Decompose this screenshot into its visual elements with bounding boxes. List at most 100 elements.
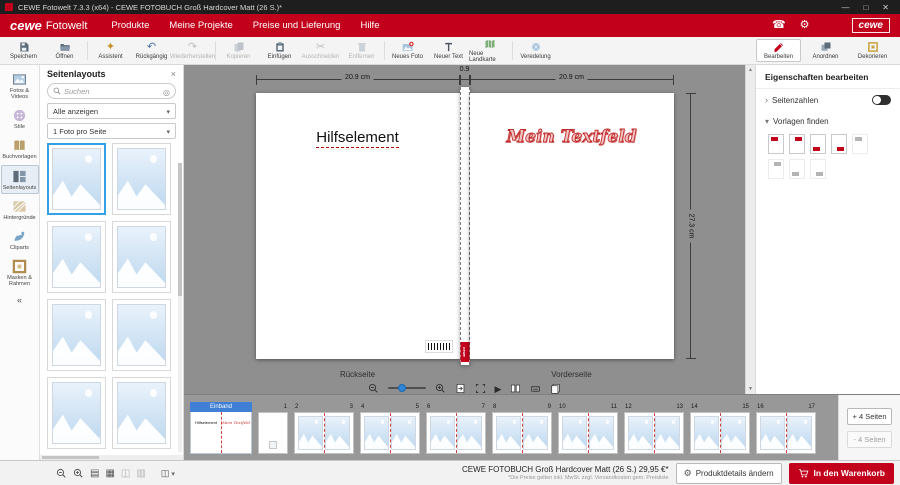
text-template-thumb[interactable] [831,134,847,154]
canvas-scrollbar[interactable] [745,65,755,394]
sidebar-item-buchvorlagen[interactable]: Buchvorlagen [1,134,39,163]
redo-button[interactable]: Wiederherstellen [172,37,213,64]
text-field-element[interactable]: Mein Textfeld [470,127,674,147]
open-button[interactable]: Öffnen [44,37,85,64]
spread-thumb[interactable] [426,412,486,454]
menu-preise[interactable]: Preise und Lieferung [253,20,341,31]
add-to-cart-button[interactable]: In den Warenkorb [789,463,894,484]
view-mode-dropdown[interactable] [161,468,175,479]
scroll-down-icon[interactable] [748,386,753,392]
gear-icon[interactable] [800,20,810,31]
layout-thumb[interactable] [47,299,106,371]
tab-dekorieren[interactable]: Dekorieren [850,39,895,62]
zoom-out-icon[interactable] [56,468,67,479]
layouts-hscrollbar[interactable] [40,455,183,460]
tab-bearbeiten[interactable]: Bearbeiten [756,39,801,62]
filmstrip-scroll[interactable]: Einband Hilfselement Mein Textfeld 1 23 [184,395,838,460]
keyboard-icon[interactable] [530,383,541,394]
spread-thumb[interactable] [492,412,552,454]
spread-thumb[interactable] [756,412,816,454]
sidebar-item-stile[interactable]: Stile [1,104,39,133]
paste-button[interactable]: Einfügen [259,37,300,64]
zoom-slider[interactable] [388,387,426,389]
helper-text-element[interactable]: Hilfselement [256,129,460,146]
search-filter-icon[interactable] [163,82,170,100]
copy-button[interactable]: Kopieren [218,37,259,64]
text-template-thumb[interactable] [810,134,826,154]
new-photo-button[interactable]: Neues Foto [387,37,428,64]
menu-produkte[interactable]: Produkte [111,20,149,31]
back-cover-page[interactable]: Hilfselement [256,93,460,359]
pages-stack-icon[interactable] [550,383,561,394]
menu-hilfe[interactable]: Hilfe [360,20,379,31]
list-view-icon[interactable] [90,468,99,479]
filter-all-dropdown[interactable]: Alle anzeigen [47,103,176,119]
text-template-thumb[interactable] [768,134,784,154]
menu-meine-projekte[interactable]: Meine Projekte [169,20,232,31]
sidebar-item-seitenlayouts[interactable]: Seitenlayouts [1,165,39,194]
page-numbers-row[interactable]: Seitenzahlen [756,89,900,111]
finishing-button[interactable]: Veredelung [515,37,556,64]
layout-thumb[interactable] [47,143,106,215]
column-view-icon[interactable] [136,468,145,479]
assistant-button[interactable]: Assistent [90,37,131,64]
grid-view-icon[interactable] [105,468,114,479]
zoom-out-icon[interactable] [368,383,379,394]
spread-thumb[interactable] [294,412,354,454]
layout-thumb[interactable] [47,377,106,449]
delete-button[interactable]: Entfernen [341,37,382,64]
zoom-in-icon[interactable] [73,468,84,479]
sidebar-item-cliparts[interactable]: Cliparts [1,225,39,254]
layout-thumb[interactable] [112,377,171,449]
text-template-thumb[interactable] [852,134,868,154]
page-1-thumb[interactable] [258,412,288,454]
book-spine[interactable]: cewe [460,87,470,365]
remove-pages-button[interactable]: - 4 Seiten [847,431,891,448]
cover-thumb[interactable]: Einband Hilfselement Mein Textfeld [190,402,252,454]
new-map-button[interactable]: Neue Landkarte [469,37,510,64]
minimize-icon[interactable] [841,3,849,12]
spread-view-icon[interactable] [121,468,130,479]
layout-search-input[interactable]: Suchen [47,83,176,99]
sidebar-item-masken-rahmen[interactable]: Masken & Rahmen [1,255,39,290]
sidebar-item-fotos-videos[interactable]: Fotos & Videos [1,68,39,103]
spread-thumb[interactable] [624,412,684,454]
layout-thumb[interactable] [112,143,171,215]
undo-button[interactable]: Rückgängig [131,37,172,64]
panel-close-icon[interactable] [171,69,176,79]
layout-thumb[interactable] [47,221,106,293]
layout-thumb[interactable] [112,221,171,293]
sidebar-item-hintergruende[interactable]: Hintergründe [1,195,39,224]
spread-view-icon[interactable] [510,383,521,394]
add-pages-button[interactable]: + 4 Seiten [847,408,893,425]
front-cover-page[interactable]: Mein Textfeld [470,93,674,359]
fit-page-icon[interactable] [455,383,466,394]
save-button[interactable]: Speichern [3,37,44,64]
collapse-sidebar-icon[interactable] [17,295,22,305]
photos-per-page-dropdown[interactable]: 1 Foto pro Seite [47,123,176,139]
zoom-slider-knob[interactable] [398,384,406,392]
layouts-scrollbar[interactable] [178,163,182,452]
new-text-button[interactable]: Neuer Text [428,37,469,64]
layout-thumb[interactable] [112,299,171,371]
page-numbers-toggle[interactable] [872,95,891,105]
close-icon[interactable] [882,3,889,12]
barcode [426,341,452,352]
find-templates-row[interactable]: Vorlagen finden [756,111,900,132]
text-template-thumb[interactable] [789,134,805,154]
spread-thumb[interactable] [558,412,618,454]
zoom-in-icon[interactable] [435,383,446,394]
phone-icon[interactable] [772,20,786,31]
scroll-up-icon[interactable] [748,67,753,73]
spread-thumb[interactable] [690,412,750,454]
search-icon [53,87,61,95]
change-product-details-button[interactable]: Produktdetails ändern [676,463,782,484]
text-template-thumb[interactable] [789,159,805,179]
cut-button[interactable]: Ausschneiden [300,37,341,64]
text-template-thumb[interactable] [768,159,784,179]
text-template-thumb[interactable] [810,159,826,179]
maximize-icon[interactable] [863,3,868,12]
spread-thumb[interactable] [360,412,420,454]
tab-anordnen[interactable]: Anordnen [803,39,848,62]
fullscreen-icon[interactable] [475,383,486,394]
